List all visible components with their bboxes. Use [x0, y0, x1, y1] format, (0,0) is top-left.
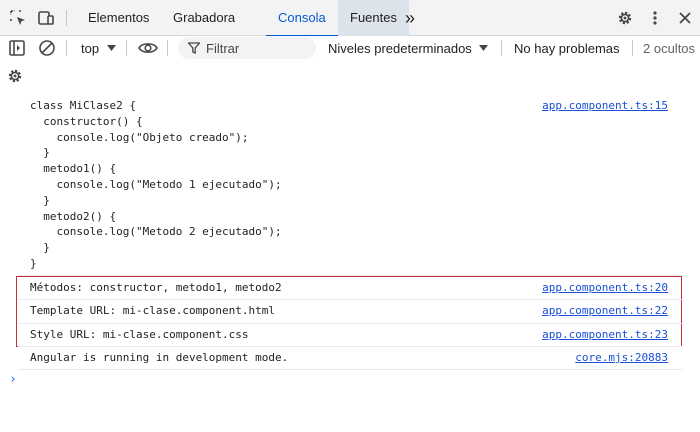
clear-console-icon[interactable] — [38, 36, 56, 60]
context-selector[interactable]: top — [81, 36, 117, 60]
source-link[interactable]: core.mjs:20883 — [575, 350, 668, 366]
source-link[interactable]: app.component.ts:15 — [542, 98, 668, 114]
tab-fuentes[interactable]: Fuentes — [338, 0, 409, 36]
console-message: Angular is running in development mode. — [30, 351, 289, 364]
inspect-element-icon[interactable] — [9, 9, 27, 27]
console-message: Style URL: mi-clase.component.css — [30, 328, 249, 341]
more-options-icon[interactable] — [646, 9, 664, 27]
source-link[interactable]: app.component.ts:23 — [542, 327, 668, 343]
live-expression-eye-icon[interactable] — [138, 36, 158, 60]
row-separator — [18, 275, 682, 276]
code-line: console.log("Objeto creado"); — [30, 130, 249, 144]
toolbar-separator — [126, 40, 127, 56]
row-separator — [18, 299, 682, 300]
source-link[interactable]: app.component.ts:22 — [542, 303, 668, 319]
code-line: metodo1() { — [30, 162, 117, 176]
console-message: Métodos: constructor, metodo1, metodo2 — [30, 281, 282, 294]
console-toolbar: top Niveles predeterminados No hay probl… — [0, 36, 700, 60]
console-message: Template URL: mi-clase.component.html — [30, 304, 276, 317]
code-line: console.log("Metodo 1 ejecutado"); — [30, 178, 282, 191]
filter-field[interactable] — [178, 37, 316, 59]
tab-separator — [66, 10, 67, 26]
log-levels-dropdown[interactable]: Niveles predeterminados — [328, 36, 488, 60]
console-prompt[interactable]: › — [9, 372, 17, 387]
device-toolbar-icon[interactable] — [37, 9, 55, 27]
toolbar-separator — [66, 40, 67, 56]
code-line: class MiClase2 { — [30, 99, 136, 112]
console-settings-row — [0, 60, 700, 92]
source-link[interactable]: app.component.ts:20 — [542, 280, 668, 296]
toolbar-separator — [501, 40, 502, 56]
console-settings-gear-icon[interactable] — [6, 67, 24, 85]
code-line: } — [30, 146, 50, 160]
filter-input[interactable] — [206, 40, 306, 56]
sidebar-toggle-icon[interactable] — [8, 36, 26, 60]
filter-funnel-icon — [188, 42, 200, 54]
gear-icon[interactable] — [616, 9, 634, 27]
row-separator — [18, 323, 682, 324]
code-line: } — [30, 193, 50, 207]
chevron-down-icon — [478, 45, 488, 51]
code-line: console.log("Metodo 2 ejecutado"); — [30, 225, 282, 239]
close-icon[interactable] — [676, 9, 694, 27]
tab-consola[interactable]: Consola — [266, 0, 338, 37]
row-separator — [18, 346, 682, 347]
code-line: metodo2() { — [30, 209, 117, 223]
code-line: } — [30, 241, 50, 255]
row-separator — [18, 369, 682, 370]
context-selector-label: top — [81, 40, 100, 56]
tab-grabadora[interactable]: Grabadora — [161, 0, 247, 36]
tab-elementos[interactable]: Elementos — [76, 0, 161, 36]
devtools-tab-bar: Elementos Grabadora Consola Fuentes » — [0, 0, 700, 37]
log-levels-label: Niveles predeterminados — [328, 40, 472, 56]
toolbar-separator — [632, 40, 633, 56]
hidden-messages-count: 2 ocultos — [643, 40, 696, 56]
more-tabs-icon[interactable]: » — [401, 0, 419, 36]
code-line: constructor() { — [30, 114, 143, 128]
issues-counter[interactable]: No hay problemas — [514, 36, 620, 60]
chevron-down-icon — [107, 45, 117, 51]
toolbar-separator — [167, 40, 168, 56]
code-line: } — [30, 257, 37, 270]
